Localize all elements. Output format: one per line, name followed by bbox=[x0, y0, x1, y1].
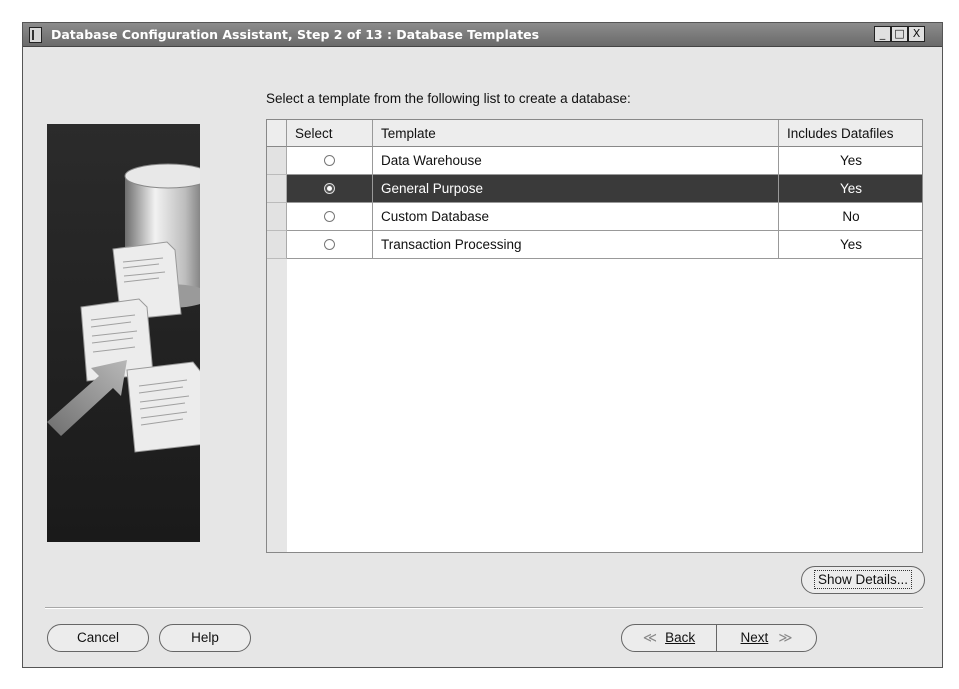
select-cell[interactable] bbox=[287, 147, 373, 175]
column-header-template[interactable]: Template bbox=[373, 120, 779, 147]
table-row-selected[interactable]: General Purpose Yes bbox=[267, 175, 922, 203]
database-cylinder-with-documents-and-arrow-icon bbox=[47, 163, 200, 453]
includes-datafiles-cell[interactable]: Yes bbox=[779, 175, 922, 203]
show-details-label: Show Details... bbox=[813, 570, 913, 589]
database-illustration bbox=[47, 124, 200, 542]
template-name-cell[interactable]: Custom Database bbox=[373, 203, 779, 231]
minimize-button[interactable]: _ bbox=[874, 26, 891, 42]
template-name-cell[interactable]: Data Warehouse bbox=[373, 147, 779, 175]
instruction-text: Select a template from the following lis… bbox=[266, 91, 631, 106]
back-button[interactable]: ≪ Back bbox=[621, 624, 717, 652]
template-table: Select Template Includes Datafiles Data … bbox=[266, 119, 923, 553]
row-header-cell[interactable] bbox=[267, 203, 287, 231]
close-button[interactable]: X bbox=[908, 26, 925, 42]
template-name-cell[interactable]: General Purpose bbox=[373, 175, 779, 203]
template-radio-button-checked[interactable] bbox=[323, 183, 335, 194]
template-radio-button[interactable] bbox=[323, 155, 335, 166]
next-button[interactable]: Next ≫ bbox=[716, 624, 817, 652]
row-header-cell[interactable] bbox=[267, 175, 287, 203]
includes-datafiles-cell[interactable]: Yes bbox=[779, 147, 922, 175]
column-header-includes-datafiles[interactable]: Includes Datafiles bbox=[779, 120, 922, 147]
table-row[interactable]: Transaction Processing Yes bbox=[267, 231, 922, 259]
template-radio-button[interactable] bbox=[323, 239, 335, 250]
template-radio-button[interactable] bbox=[323, 211, 335, 222]
next-arrow-icon: ≫ bbox=[778, 630, 793, 645]
template-name-cell[interactable]: Transaction Processing bbox=[373, 231, 779, 259]
includes-datafiles-cell[interactable]: No bbox=[779, 203, 922, 231]
select-cell[interactable] bbox=[287, 231, 373, 259]
row-header-cell[interactable] bbox=[267, 231, 287, 259]
window-title: Database Configuration Assistant, Step 2… bbox=[51, 27, 540, 42]
row-header-cell[interactable] bbox=[267, 147, 287, 175]
column-header-select[interactable]: Select bbox=[287, 120, 373, 147]
corner-header bbox=[267, 120, 287, 147]
footer-divider bbox=[45, 607, 923, 609]
maximize-button[interactable]: □ bbox=[891, 26, 908, 42]
includes-datafiles-cell[interactable]: Yes bbox=[779, 231, 922, 259]
title-bar[interactable]: Database Configuration Assistant, Step 2… bbox=[23, 23, 942, 47]
back-label: Back bbox=[665, 630, 696, 645]
back-arrow-icon: ≪ bbox=[642, 630, 658, 645]
select-cell[interactable] bbox=[287, 203, 373, 231]
cancel-button[interactable]: Cancel bbox=[47, 624, 149, 652]
next-label: Next bbox=[740, 630, 769, 645]
help-button[interactable]: Help bbox=[159, 624, 251, 652]
table-row[interactable]: Data Warehouse Yes bbox=[267, 147, 922, 175]
select-cell[interactable] bbox=[287, 175, 373, 203]
show-details-button[interactable]: Show Details... bbox=[801, 566, 925, 594]
table-row[interactable]: Custom Database No bbox=[267, 203, 922, 231]
dbca-window: Database Configuration Assistant, Step 2… bbox=[22, 22, 943, 668]
database-assistant-icon[interactable] bbox=[29, 27, 42, 43]
